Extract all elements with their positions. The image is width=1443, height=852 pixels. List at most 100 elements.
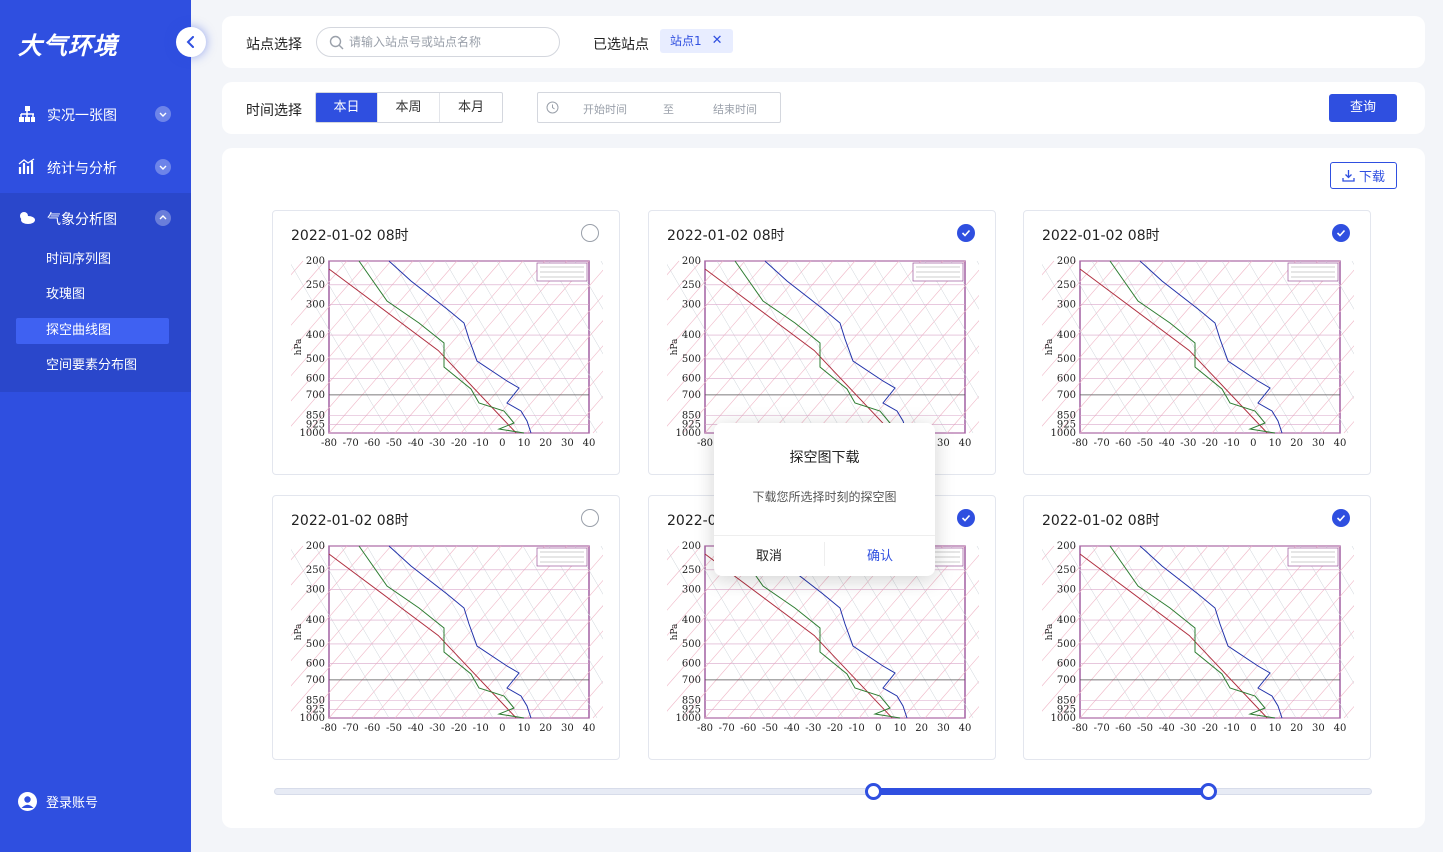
x-tick-label: -20 [827,723,843,734]
x-tick-label: -50 [762,723,778,734]
x-tick-label: 0 [1250,723,1256,734]
download-button[interactable]: 下载 [1330,162,1397,189]
modal-message: 下载您所选择时刻的探空图 [752,490,897,504]
nav-item-statistics[interactable]: 统计与分析 [0,142,191,192]
time-range-tabs: 本日 本周 本月 [315,92,503,123]
sub-item-time-series[interactable]: 时间序列图 [16,247,169,273]
sub-item-rose[interactable]: 玫瑰图 [16,282,169,308]
tab-week[interactable]: 本周 [378,93,440,122]
skew-t-chart: 2002503004005006007008509251000-80-70-60… [1042,541,1354,734]
sub-item-sounding[interactable]: 探空曲线图 [16,318,169,344]
y-tick-label: 700 [306,390,325,401]
y-tick-label: 250 [682,280,701,291]
x-tick-label: 10 [1269,438,1282,449]
x-tick-label: 0 [499,438,505,449]
sounding-card[interactable]: 2022-01-02 08时20025030040050060070085092… [1023,495,1371,760]
y-tick-label: 400 [1057,330,1076,341]
x-tick-label: -10 [473,438,489,449]
chart-icon [18,158,35,174]
x-tick-label: 40 [959,723,972,734]
x-tick-label: 20 [539,438,552,449]
x-tick-label: 40 [1334,438,1347,449]
x-tick-label: 10 [894,723,907,734]
tab-month[interactable]: 本月 [440,93,502,122]
x-tick-label: -10 [849,723,865,734]
station-label: 站点选择 [246,37,302,53]
chip-label: 站点1 [670,34,702,48]
y-tick-label: 200 [1057,541,1076,552]
x-tick-label: -60 [1115,438,1131,449]
checked-icon[interactable] [957,224,975,242]
y-tick-label: 300 [306,584,325,595]
x-tick-label: 30 [561,723,574,734]
query-button[interactable]: 查询 [1329,94,1397,122]
cancel-button[interactable]: 取消 [714,545,824,564]
x-tick-label: -60 [364,723,380,734]
modal-divider [714,535,935,536]
x-tick-label: -40 [784,723,800,734]
y-tick-label: 200 [682,256,701,267]
unchecked-icon[interactable] [581,224,599,242]
y-tick-label: 300 [682,584,701,595]
selected-station-chip[interactable]: 站点1 ✕ [660,29,733,53]
start-time-input[interactable]: 开始时间 [583,101,627,117]
account-link[interactable]: 登录账号 [18,792,98,811]
x-tick-label: -10 [1224,438,1240,449]
sub-item-spatial[interactable]: 空间要素分布图 [16,353,169,379]
sounding-card-title: 2022-01-02 08时 [1042,228,1160,244]
x-tick-label: -50 [1137,438,1153,449]
time-slider[interactable] [274,783,1372,800]
y-tick-label: 700 [1057,390,1076,401]
isotherm-line [968,421,979,434]
close-icon[interactable]: ✕ [712,29,723,53]
skew-t-chart: 2002503004005006007008509251000-80-70-60… [291,541,603,734]
x-tick-label: -30 [429,438,445,449]
x-tick-label: 0 [1250,438,1256,449]
sounding-card[interactable]: 2022-01-02 08时20025030040050060070085092… [272,495,620,760]
selected-stations-label: 已选站点 [593,37,649,53]
isotherm-line [968,706,979,719]
y-tick-label: 500 [1057,354,1076,365]
x-tick-label: -40 [1159,438,1175,449]
checked-icon[interactable] [1332,224,1350,242]
sounding-card[interactable]: 2022-01-02 08时20025030040050060070085092… [1023,210,1371,475]
sounding-card[interactable]: 2022-01-02 08时20025030040050060070085092… [272,210,620,475]
collapse-sidebar-button[interactable] [176,27,206,57]
x-tick-label: 30 [937,723,950,734]
x-tick-label: 0 [499,723,505,734]
chevron-up-icon [155,210,171,226]
chevron-down-icon [155,106,171,122]
x-tick-label: 30 [1312,438,1325,449]
station-search-input[interactable] [349,33,549,51]
y-tick-label: 500 [306,354,325,365]
nav-item-live-map[interactable]: 实况一张图 [0,89,191,139]
tab-today[interactable]: 本日 [316,93,378,122]
x-tick-label: -30 [429,723,445,734]
isotherm-line [592,706,603,719]
y-tick-label: 200 [682,541,701,552]
y-axis-label: hPa [294,623,304,640]
plot-frame [1079,260,1341,434]
y-tick-label: 500 [682,639,701,650]
station-search[interactable] [316,27,560,57]
x-tick-label: 20 [539,723,552,734]
x-tick-label: -70 [343,723,359,734]
confirm-button[interactable]: 确认 [825,545,935,564]
checked-icon[interactable] [957,509,975,527]
y-tick-label: 300 [1057,299,1076,310]
sidebar: 大气环境 实况一张图 统计与分析 气象分析图 时间序列图 玫瑰图 探空曲线图 空… [0,0,206,852]
plot-frame [704,260,966,434]
x-tick-label: -30 [1180,438,1196,449]
date-range-picker[interactable]: 开始时间 至 结束时间 [537,92,781,123]
x-tick-label: 40 [583,723,596,734]
unchecked-icon[interactable] [581,509,599,527]
checked-icon[interactable] [1332,509,1350,527]
x-tick-label: 0 [875,723,881,734]
nav-group-weather: 气象分析图 时间序列图 玫瑰图 探空曲线图 空间要素分布图 [0,193,191,392]
end-time-input[interactable]: 结束时间 [713,101,757,117]
x-tick-label: -50 [386,438,402,449]
chevron-left-icon [186,36,194,48]
download-modal: 探空图下载 下载您所选择时刻的探空图 取消 确认 [714,423,935,576]
nav-item-weather-analysis[interactable]: 气象分析图 [0,193,191,243]
x-tick-label: -30 [805,723,821,734]
